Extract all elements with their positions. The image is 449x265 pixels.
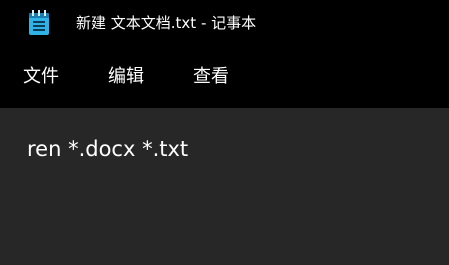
notepad-window: 新建 文本文档.txt - 记事本 文件 编辑 查看 ren *.docx *.…: [0, 0, 449, 265]
vertical-scrollbar[interactable]: [439, 108, 449, 265]
menu-edit[interactable]: 编辑: [108, 66, 144, 88]
window-title: 新建 文本文档.txt - 记事本: [76, 14, 257, 32]
notepad-icon: [28, 10, 50, 36]
title-bar[interactable]: 新建 文本文档.txt - 记事本: [0, 0, 449, 48]
editor-content[interactable]: ren *.docx *.txt: [27, 136, 188, 162]
text-editor[interactable]: ren *.docx *.txt: [0, 108, 449, 265]
menu-bar: 文件 编辑 查看: [0, 48, 449, 108]
menu-file[interactable]: 文件: [23, 66, 59, 88]
menu-view[interactable]: 查看: [193, 66, 229, 88]
